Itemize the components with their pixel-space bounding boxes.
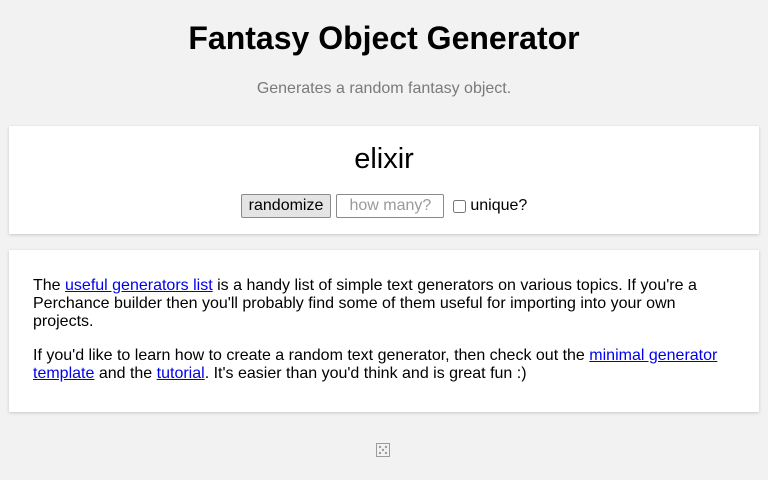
generator-card: elixir randomize unique? (9, 126, 759, 234)
info-p2-pre: If you'd like to learn how to create a r… (33, 347, 590, 364)
info-p2-post: . It's easier than you'd think and is gr… (204, 365, 527, 382)
info-paragraph-1: The useful generators list is a handy li… (33, 277, 733, 331)
generator-output: elixir (354, 143, 414, 175)
info-paragraph-2: If you'd like to learn how to create a r… (33, 347, 733, 383)
unique-label[interactable]: unique? (470, 196, 527, 216)
useful-generators-list-link[interactable]: useful generators list (65, 277, 213, 294)
info-text: The useful generators list is a handy li… (33, 277, 733, 399)
page-subtitle: Generates a random fantasy object. (256, 80, 512, 97)
dice-icon[interactable] (376, 443, 390, 457)
info-p2-mid: and the (94, 365, 157, 382)
generator-controls: randomize unique? (9, 194, 759, 218)
randomize-button[interactable]: randomize (240, 194, 332, 218)
page-title: Fantasy Object Generator (188, 20, 580, 56)
unique-checkbox[interactable] (453, 199, 467, 213)
tutorial-link[interactable]: tutorial (157, 365, 205, 382)
info-p1-pre: The (33, 277, 66, 294)
how-many-input[interactable] (336, 194, 445, 218)
info-card: The useful generators list is a handy li… (9, 250, 759, 412)
